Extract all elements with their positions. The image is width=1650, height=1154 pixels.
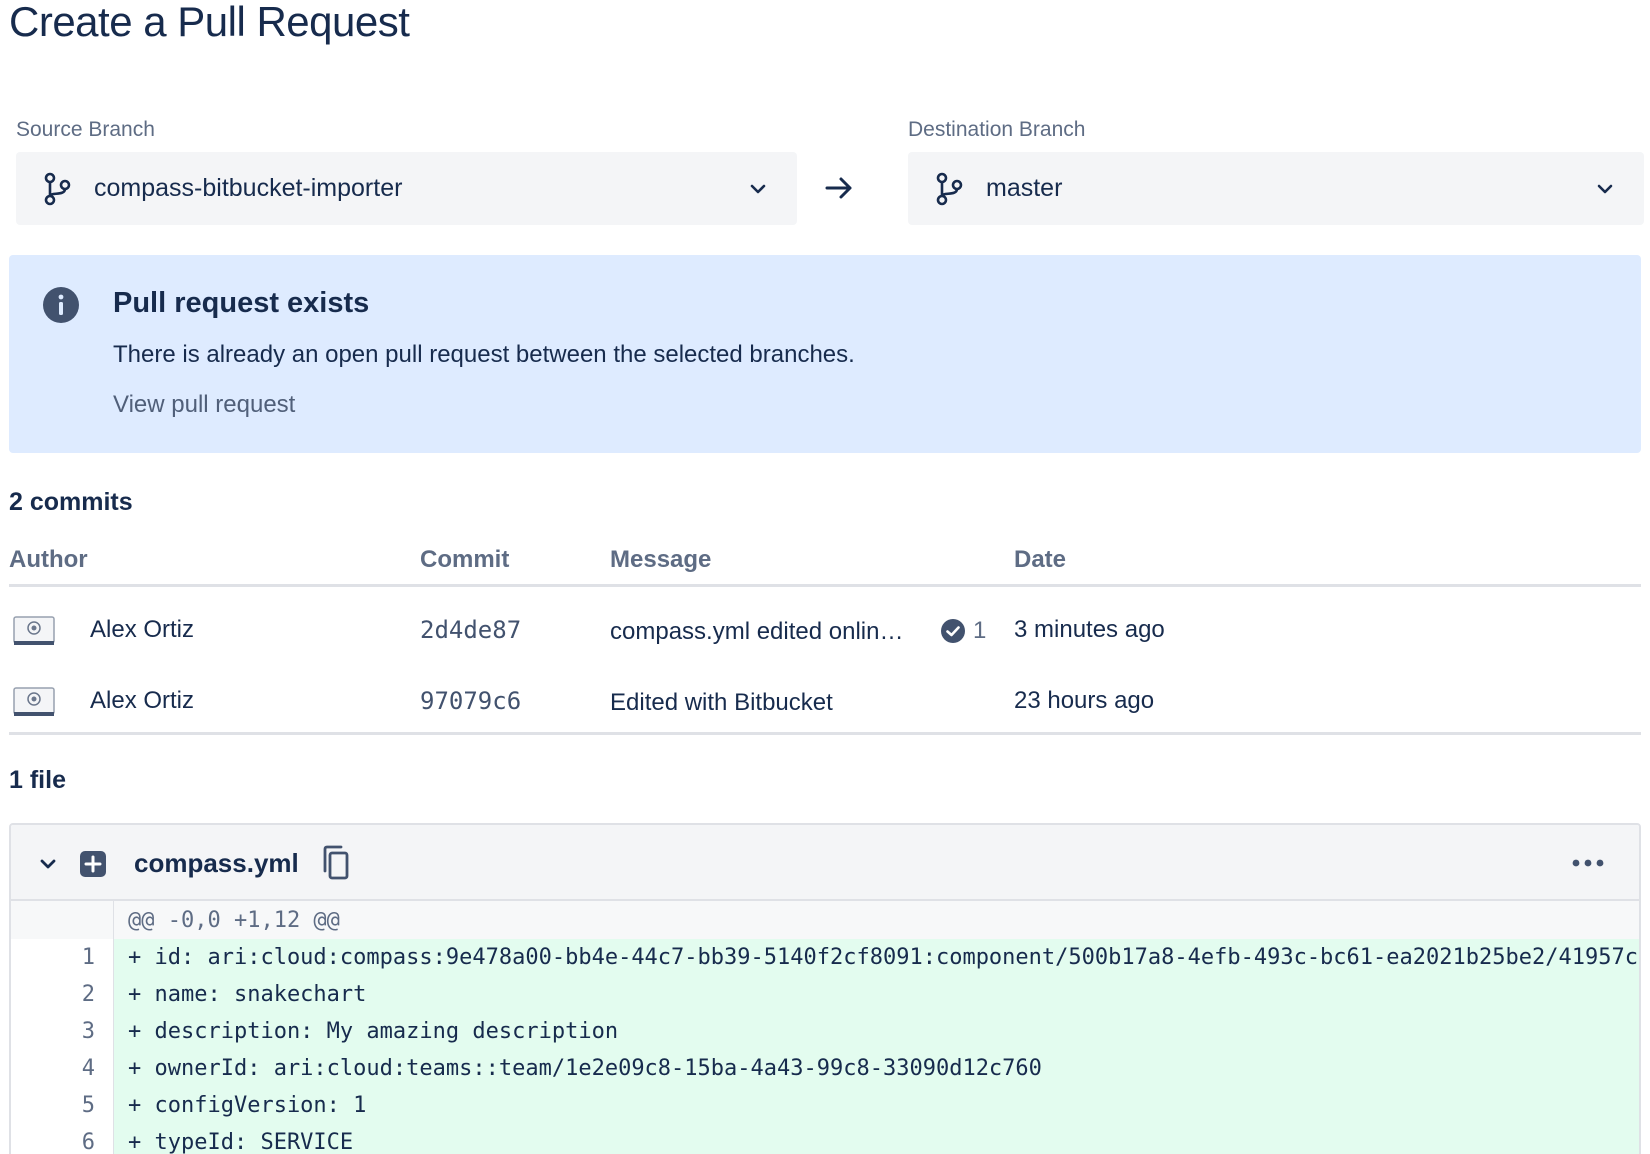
banner-title: Pull request exists xyxy=(113,287,370,319)
file-diff: compass.yml @@ -0,0 +1,12 @@ 1 + id: ari… xyxy=(9,823,1641,1154)
line-number: 6 xyxy=(11,1124,114,1154)
diff-line: 1 + id: ari:cloud:compass:9e478a00-bb4e-… xyxy=(11,939,1639,976)
diff-line: 3 + description: My amazing description xyxy=(11,1013,1639,1050)
line-number: 3 xyxy=(11,1013,114,1050)
view-pull-request-link[interactable]: View pull request xyxy=(113,391,295,419)
column-header-author: Author xyxy=(9,546,88,573)
commit-hash-link[interactable]: 97079c6 xyxy=(420,687,521,715)
avatar xyxy=(13,687,55,716)
commit-message: compass.yml edited onlin… xyxy=(610,618,904,645)
column-header-message: Message xyxy=(610,546,712,573)
more-icon[interactable] xyxy=(1568,853,1608,873)
destination-branch-value: master xyxy=(986,174,1063,202)
line-code: + configVersion: 1 xyxy=(128,1093,367,1118)
arrow-right-icon xyxy=(825,177,852,199)
line-number: 2 xyxy=(11,976,114,1013)
line-code: + name: snakechart xyxy=(128,982,367,1007)
diff-line: 2 + name: snakechart xyxy=(11,976,1639,1013)
chevron-down-icon xyxy=(750,184,766,193)
line-number: 5 xyxy=(11,1087,114,1124)
line-number: 1 xyxy=(11,939,114,976)
destination-branch-label: Destination Branch xyxy=(908,118,1086,141)
diff-line: 6 + typeId: SERVICE xyxy=(11,1124,1639,1154)
line-code: + ownerId: ari:cloud:teams::team/1e2e09c… xyxy=(128,1056,1042,1081)
info-icon xyxy=(43,287,79,323)
files-heading: 1 file xyxy=(9,766,66,794)
diff-hunk-header: @@ -0,0 +1,12 @@ xyxy=(11,901,1639,939)
table-row: Alex Ortiz 97079c6 Edited with Bitbucket… xyxy=(9,675,1641,737)
page-title: Create a Pull Request xyxy=(9,0,410,45)
pull-request-exists-banner: Pull request exists There is already an … xyxy=(9,255,1641,453)
banner-text: There is already an open pull request be… xyxy=(113,341,855,368)
copy-icon[interactable] xyxy=(320,845,350,881)
source-branch-select[interactable]: compass-bitbucket-importer xyxy=(16,152,797,225)
line-number: 4 xyxy=(11,1050,114,1087)
branch-icon xyxy=(936,172,963,205)
destination-branch-select[interactable]: master xyxy=(908,152,1644,225)
table-header-divider xyxy=(9,584,1641,587)
table-row: Alex Ortiz 2d4de87 compass.yml edited on… xyxy=(9,604,1641,666)
column-header-commit: Commit xyxy=(420,546,510,573)
source-branch-value: compass-bitbucket-importer xyxy=(94,174,403,202)
commit-author: Alex Ortiz xyxy=(90,687,195,714)
commit-date: 23 hours ago xyxy=(1014,687,1155,714)
source-branch-label: Source Branch xyxy=(16,118,155,141)
branch-icon xyxy=(44,172,71,205)
chevron-down-icon xyxy=(1597,184,1613,193)
line-code: + description: My amazing description xyxy=(128,1019,619,1044)
line-code: + id: ari:cloud:compass:9e478a00-bb4e-44… xyxy=(128,945,1638,970)
table-footer-divider xyxy=(9,732,1641,735)
file-added-icon xyxy=(80,851,106,877)
line-code: + typeId: SERVICE xyxy=(128,1130,354,1154)
chevron-down-icon[interactable] xyxy=(38,854,58,874)
file-diff-header: compass.yml xyxy=(11,825,1639,901)
check-circle-icon[interactable] xyxy=(940,618,966,644)
commit-message: Edited with Bitbucket xyxy=(610,689,833,716)
diff-line: 5 + configVersion: 1 xyxy=(11,1087,1639,1124)
column-header-date: Date xyxy=(1014,546,1067,573)
build-status-count: 1 xyxy=(973,617,987,644)
avatar xyxy=(13,616,55,645)
line-gutter xyxy=(11,901,114,939)
diff-line: 4 + ownerId: ari:cloud:teams::team/1e2e0… xyxy=(11,1050,1639,1087)
commit-hash-link[interactable]: 2d4de87 xyxy=(420,616,521,644)
commit-author: Alex Ortiz xyxy=(90,616,195,643)
commits-heading: 2 commits xyxy=(9,488,133,516)
commit-date: 3 minutes ago xyxy=(1014,616,1165,643)
hunk-range: @@ -0,0 +1,12 @@ xyxy=(128,908,340,933)
file-name: compass.yml xyxy=(134,848,299,878)
